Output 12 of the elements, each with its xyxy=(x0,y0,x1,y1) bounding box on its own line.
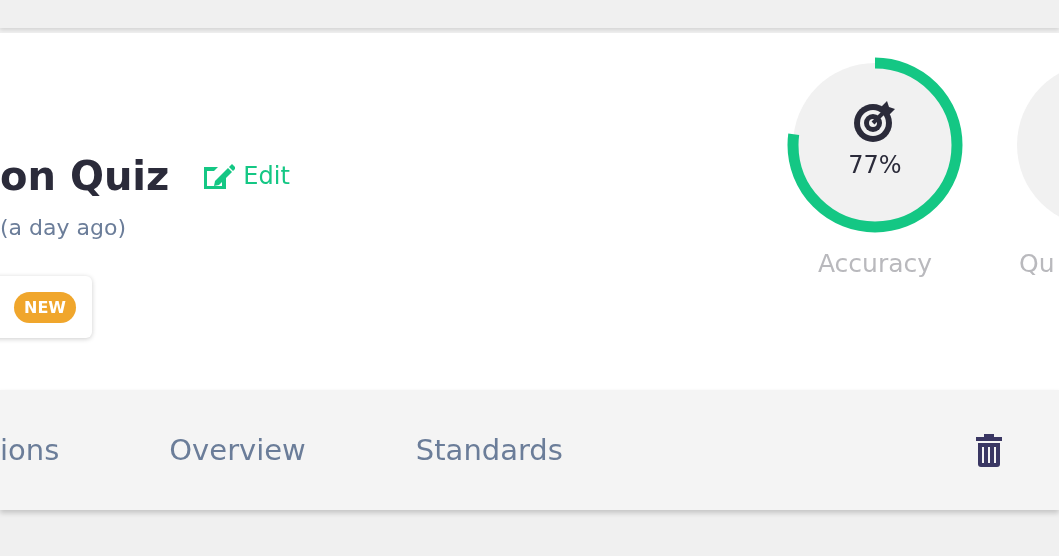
tab[interactable]: Standards xyxy=(415,433,563,467)
date-text: (a day ago) xyxy=(0,215,127,240)
new-badge: NEW xyxy=(14,291,76,323)
edit-icon xyxy=(201,161,236,191)
tab[interactable]: ions xyxy=(0,433,60,467)
quiz-title: on Quiz xyxy=(0,152,170,201)
percent-value: 77% xyxy=(848,151,902,179)
tab[interactable]: Overview xyxy=(169,433,306,467)
metric-label: Accuracy xyxy=(817,249,933,278)
edit-link[interactable]: Edit xyxy=(201,161,290,191)
metric-label: Qu xyxy=(1018,249,1055,278)
trash-icon[interactable] xyxy=(975,433,1003,467)
